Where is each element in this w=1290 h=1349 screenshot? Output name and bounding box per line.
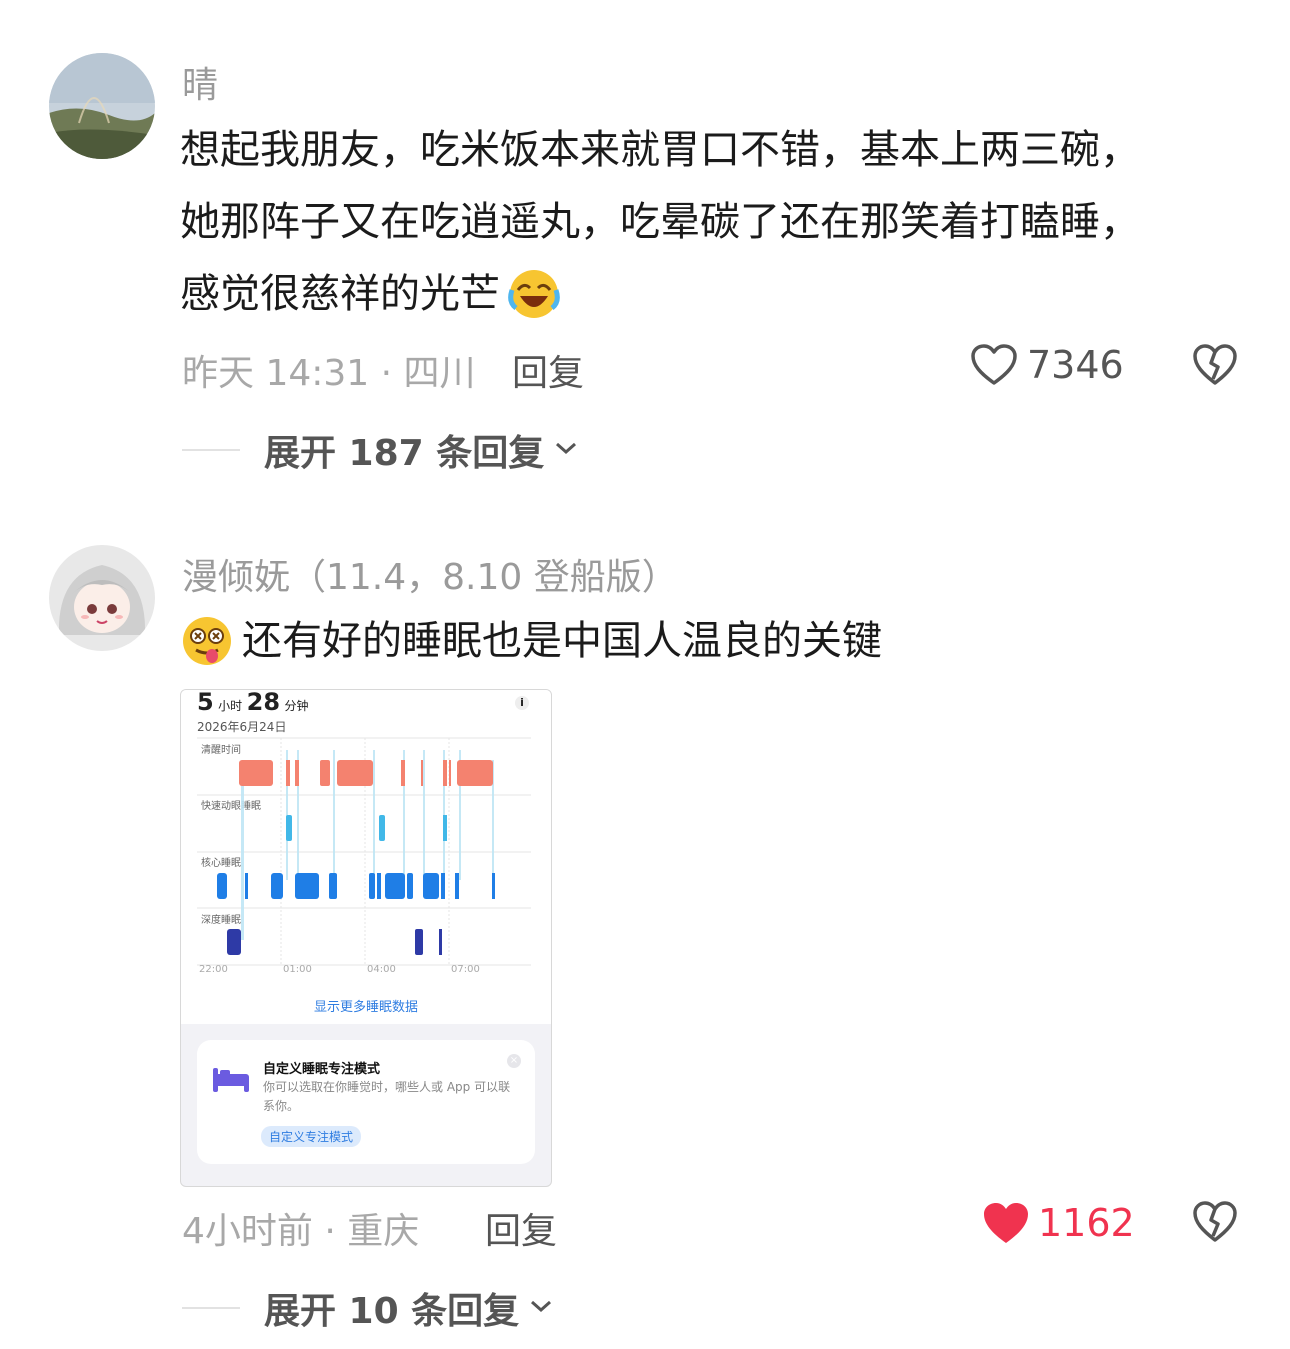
expand-replies-label: 展开 187 条回复 (264, 433, 545, 474)
broken-heart-icon[interactable] (1192, 1200, 1238, 1248)
expand-replies-label: 展开 10 条回复 (264, 1291, 520, 1332)
avatar[interactable] (49, 545, 155, 651)
comment-meta: 4小时前 · 重庆 (182, 1211, 420, 1252)
reply-button[interactable]: 回复 (512, 344, 584, 396)
divider (182, 449, 240, 451)
laughing-crying-emoji-icon (508, 268, 560, 320)
like-count: 7346 (1027, 343, 1124, 387)
focus-mode-card: 自定义睡眠专注模式 你可以选取在你睡觉时，哪些人或 App 可以联系你。 自定义… (197, 1040, 535, 1164)
heart-icon[interactable] (970, 343, 1018, 391)
comment-line: 她那阵子又在吃逍遥丸，吃晕碳了还在那笑着打瞌睡， (180, 199, 1140, 245)
time-tick: 01:00 (283, 964, 312, 975)
dizzy-tongue-emoji-icon (180, 614, 234, 668)
divider (182, 1307, 240, 1309)
expand-replies[interactable]: 展开 187 条回复 (182, 424, 578, 476)
comment-text: 想起我朋友，吃米饭本来就胃口不错，基本上两三碗， 她那阵子又在吃逍遥丸，吃晕碳了… (180, 114, 1240, 330)
username[interactable]: 晴 (182, 56, 218, 108)
username[interactable]: 漫倾妩（11.4，8.10 登船版） (182, 548, 678, 600)
bed-icon (211, 1064, 251, 1098)
expand-replies[interactable]: 展开 10 条回复 (182, 1282, 553, 1334)
comment-line: 感觉很慈祥的光芒 (180, 258, 1240, 330)
chevron-down-icon (554, 440, 578, 460)
reply-button[interactable]: 回复 (485, 1202, 557, 1254)
time-tick: 22:00 (199, 964, 228, 975)
comment-line: 还有好的睡眠也是中国人温良的关键 (242, 618, 882, 664)
time-tick: 07:00 (451, 964, 480, 975)
sleep-chart-panel: 5 小时 28 分钟 2026年6月24日 i 清醒时间 快速动眼睡眠 核心睡眠… (181, 690, 551, 1024)
focus-title: 自定义睡眠专注模式 (263, 1062, 381, 1077)
time-tick: 04:00 (367, 964, 396, 975)
chevron-down-icon (529, 1298, 553, 1318)
comment-line-text: 感觉很慈祥的光芒 (180, 271, 500, 317)
comment-text: 还有好的睡眠也是中国人温良的关键 (180, 605, 1240, 677)
comment-meta: 昨天 14:31 · 四川 (182, 353, 476, 394)
heart-filled-icon[interactable] (982, 1201, 1030, 1249)
close-icon[interactable]: × (507, 1054, 521, 1068)
focus-description: 你可以选取在你睡觉时，哪些人或 App 可以联系你。 (263, 1080, 511, 1113)
comment-line: 想起我朋友，吃米饭本来就胃口不错，基本上两三碗， (180, 127, 1140, 173)
attached-image[interactable]: 5 小时 28 分钟 2026年6月24日 i 清醒时间 快速动眼睡眠 核心睡眠… (180, 689, 552, 1187)
like-count: 1162 (1038, 1201, 1135, 1245)
avatar[interactable] (49, 53, 155, 159)
sleep-stage-chart (197, 737, 531, 966)
custom-focus-button[interactable]: 自定义专注模式 (261, 1126, 362, 1147)
show-more-sleep-data-link[interactable]: 显示更多睡眠数据 (181, 996, 551, 1015)
broken-heart-icon[interactable] (1192, 343, 1238, 391)
